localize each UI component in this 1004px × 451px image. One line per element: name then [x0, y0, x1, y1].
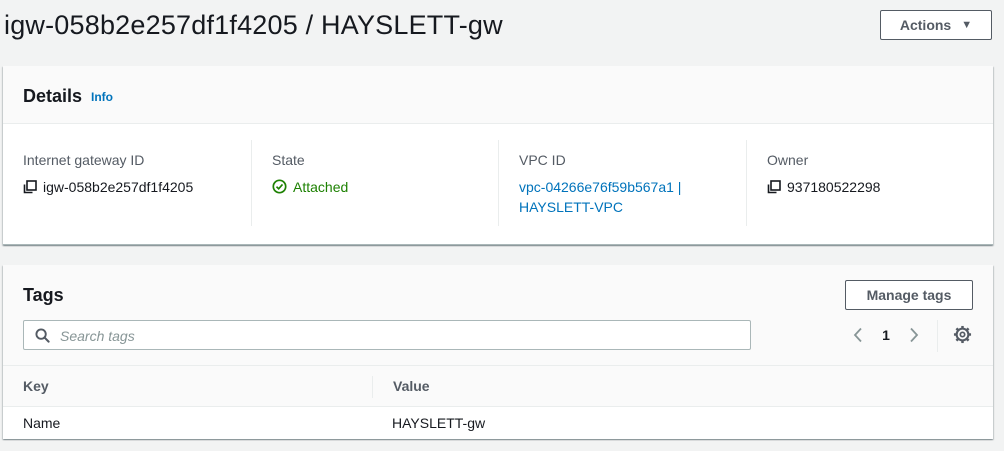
gear-icon[interactable]: [953, 325, 972, 344]
tag-key-cell: Name: [23, 415, 61, 431]
info-link[interactable]: Info: [91, 90, 113, 104]
owner-value-row: 937180522298: [767, 177, 880, 197]
details-grid: Internet gateway ID igw-058b2e257df1f420…: [3, 140, 993, 226]
search-icon: [35, 328, 50, 343]
table-header: Key Value: [3, 365, 993, 407]
page: igw-058b2e257df1f4205 / HAYSLETT-gw Acti…: [0, 0, 1004, 451]
chevron-left-icon[interactable]: [848, 323, 868, 347]
detail-label: State: [272, 152, 305, 168]
details-header: Details Info: [3, 66, 993, 124]
detail-label: Internet gateway ID: [23, 152, 145, 168]
details-title: Details: [23, 86, 83, 106]
search-input[interactable]: [58, 321, 742, 351]
divider: [937, 320, 938, 352]
detail-state: State Attached: [251, 140, 499, 226]
manage-tags-button[interactable]: Manage tags: [845, 280, 973, 310]
tag-value-cell: HAYSLETT-gw: [392, 415, 486, 431]
tags-header: Tags Manage tags 1: [3, 265, 993, 365]
column-header-value[interactable]: Value: [393, 378, 430, 394]
detail-label: Owner: [767, 152, 809, 168]
check-circle-icon: [272, 179, 287, 194]
detail-value-row: igw-058b2e257df1f4205: [23, 177, 193, 197]
detail-internet-gateway-id: Internet gateway ID igw-058b2e257df1f420…: [3, 140, 251, 226]
detail-vpc-id: VPC ID vpc-04266e76f59b567a1 | HAYSLETT-…: [498, 140, 746, 226]
details-panel: Details Info Internet gateway ID igw-058…: [3, 66, 993, 245]
column-header-key[interactable]: Key: [23, 378, 49, 394]
vpc-link[interactable]: vpc-04266e76f59b567a1 |: [519, 177, 681, 197]
actions-button[interactable]: Actions ▼: [880, 10, 992, 40]
column-divider: [372, 376, 373, 398]
actions-button-label: Actions: [899, 17, 952, 33]
internet-gateway-id-value: igw-058b2e257df1f4205: [43, 179, 194, 195]
owner-value: 937180522298: [787, 179, 881, 195]
detail-owner: Owner 937180522298: [746, 140, 993, 226]
caret-down-icon: ▼: [961, 19, 973, 31]
state-value: Attached: [293, 179, 349, 195]
tags-panel: Tags Manage tags 1: [3, 265, 993, 439]
page-title: igw-058b2e257df1f4205 / HAYSLETT-gw: [4, 10, 503, 40]
vpc-value: vpc-04266e76f59b567a1 | HAYSLETT-VPC: [519, 177, 681, 217]
table-row: Name HAYSLETT-gw: [3, 407, 993, 439]
tags-title: Tags: [23, 285, 64, 305]
page-number[interactable]: 1: [876, 327, 896, 343]
copy-icon[interactable]: [767, 180, 781, 194]
tags-table: Key Value Name HAYSLETT-gw: [3, 365, 993, 439]
search-box[interactable]: [23, 320, 751, 351]
pagination: 1: [848, 323, 924, 347]
state-value-row: Attached: [272, 177, 348, 197]
copy-icon[interactable]: [23, 180, 37, 194]
chevron-right-icon[interactable]: [904, 323, 924, 347]
vpc-name-link[interactable]: HAYSLETT-VPC: [519, 197, 623, 217]
detail-label: VPC ID: [519, 152, 566, 168]
